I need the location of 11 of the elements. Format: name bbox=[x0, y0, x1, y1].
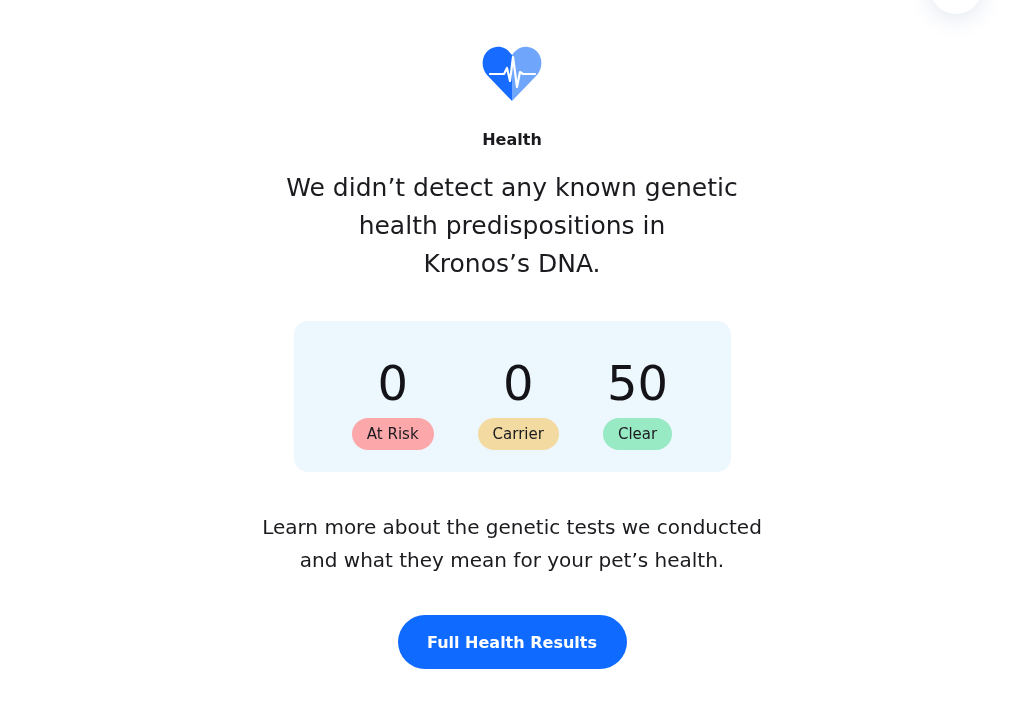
headline: We didn’t detect any known genetic health predispositions in Kronos’s DNA. bbox=[285, 172, 739, 280]
status-pill: Clear bbox=[602, 418, 673, 450]
description-text: Learn more about the genetic tests we conducted and what they mean for your pet’s health. bbox=[261, 514, 763, 574]
section-title: Health bbox=[482, 130, 542, 150]
full-results-button[interactable]: Full Health Results bbox=[397, 615, 627, 669]
status-pill: Carrier bbox=[477, 418, 559, 450]
status-pill: At Risk bbox=[351, 418, 434, 450]
result-count: 0 bbox=[377, 355, 408, 411]
heart-pulse-icon bbox=[482, 45, 542, 101]
result-count: 0 bbox=[502, 355, 534, 411]
result-count: 50 bbox=[607, 355, 669, 411]
